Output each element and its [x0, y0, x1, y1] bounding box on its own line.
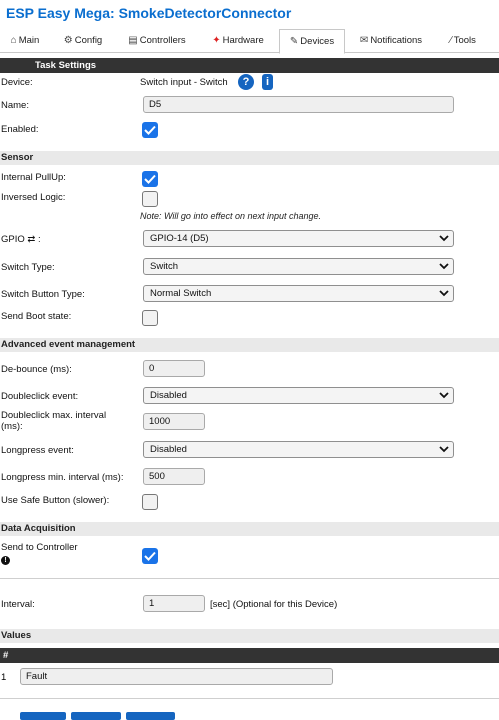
interval-input[interactable]: 1 — [143, 595, 205, 612]
submit-button[interactable] — [71, 712, 121, 720]
close-button[interactable] — [20, 712, 66, 720]
chevron-down-icon — [439, 392, 449, 399]
task-settings-header: Task Settings — [0, 58, 499, 73]
data-acquisition-section-header: Data Acquisition — [0, 522, 499, 536]
safe-button-label: Use Safe Button (slower): — [1, 495, 110, 506]
home-icon: ⌂ — [10, 35, 17, 46]
alert-icon: ! — [1, 556, 10, 565]
divider — [0, 698, 499, 699]
gpio-select[interactable]: GPIO-14 (D5) — [143, 230, 454, 247]
tab-hardware[interactable]: ✦ Hardware — [204, 29, 272, 53]
gpio-label: GPIO ⇄ : — [1, 234, 41, 245]
check-icon — [144, 125, 156, 135]
tab-controllers[interactable]: ▤ Controllers — [120, 29, 194, 53]
switch-type-label: Switch Type: — [1, 262, 55, 273]
value-name-input[interactable]: Fault — [20, 668, 333, 685]
switch-button-type-select[interactable]: Normal Switch — [143, 285, 454, 302]
value-row-index: 1 — [1, 672, 7, 683]
longpress-interval-input[interactable]: 500 — [143, 468, 205, 485]
inversed-logic-checkbox[interactable] — [142, 191, 158, 207]
chevron-down-icon — [439, 446, 449, 453]
wrench-icon: ∕ — [450, 35, 452, 46]
tab-tools[interactable]: ∕ Tools — [440, 29, 486, 53]
enabled-checkbox[interactable] — [142, 122, 158, 138]
interval-label: Interval: — [1, 599, 35, 610]
switch-button-type-label: Switch Button Type: — [1, 289, 85, 300]
page-title: ESP Easy Mega: SmokeDetectorConnector — [6, 5, 292, 21]
gear-icon: ⚙ — [63, 35, 73, 46]
longpress-label: Longpress event: — [1, 445, 74, 456]
pullup-checkbox[interactable] — [142, 171, 158, 187]
tab-main[interactable]: ⌂ Main — [4, 29, 46, 53]
mail-icon: ✉ — [359, 35, 369, 46]
controller-icon: ▤ — [128, 35, 138, 46]
tab-bar: ⌂ Main ⚙ Config ▤ Controllers ✦ Hardware ✎ De… — [0, 29, 499, 54]
name-label: Name: — [1, 100, 29, 111]
sensor-note: Note: Will go into effect on next input … — [140, 211, 322, 221]
check-icon — [144, 174, 156, 184]
doubleclick-label: Doubleclick event: — [1, 391, 79, 402]
pin-icon: ✦ — [212, 35, 221, 46]
delete-button[interactable] — [126, 712, 175, 720]
doubleclick-interval-input[interactable]: 1000 — [143, 413, 205, 430]
chevron-down-icon — [439, 235, 449, 242]
info-icon[interactable]: i — [262, 74, 273, 90]
tab-config[interactable]: ⚙ Config — [58, 29, 108, 53]
divider — [0, 578, 499, 579]
name-input[interactable]: D5 — [143, 96, 454, 113]
pullup-label: Internal PullUp: — [1, 172, 66, 183]
boot-state-checkbox[interactable] — [142, 310, 158, 326]
send-to-controller-checkbox[interactable] — [142, 548, 158, 564]
chevron-down-icon — [439, 263, 449, 270]
check-icon — [144, 551, 156, 561]
inversed-logic-label: Inversed Logic: — [1, 192, 66, 203]
device-value: Switch input - Switch — [140, 77, 228, 88]
plug-icon: ✎ — [289, 36, 299, 47]
longpress-select[interactable]: Disabled — [143, 441, 454, 458]
advanced-section-header: Advanced event management — [0, 338, 499, 352]
switch-type-select[interactable]: Switch — [143, 258, 454, 275]
interval-suffix: [sec] (Optional for this Device) — [210, 599, 338, 610]
enabled-label: Enabled: — [1, 124, 39, 135]
help-icon[interactable]: ? — [238, 74, 254, 90]
values-table-header: # — [0, 648, 499, 663]
longpress-interval-label: Longpress min. interval (ms): — [1, 472, 124, 483]
sensor-section-header: Sensor — [0, 151, 499, 165]
values-section-header: Values — [0, 629, 499, 643]
doubleclick-interval-label: Doubleclick max. interval (ms): — [1, 410, 107, 432]
boot-state-label: Send Boot state: — [1, 311, 72, 322]
send-to-controller-label: Send to Controller — [1, 542, 78, 553]
chevron-down-icon — [439, 290, 449, 297]
debounce-input[interactable]: 0 — [143, 360, 205, 377]
debounce-label: De-bounce (ms): — [1, 364, 72, 375]
device-label: Device: — [1, 77, 33, 88]
tab-notifications[interactable]: ✉ Notifications — [352, 29, 430, 53]
tab-devices[interactable]: ✎ Devices — [279, 29, 345, 54]
safe-button-checkbox[interactable] — [142, 494, 158, 510]
doubleclick-select[interactable]: Disabled — [143, 387, 454, 404]
